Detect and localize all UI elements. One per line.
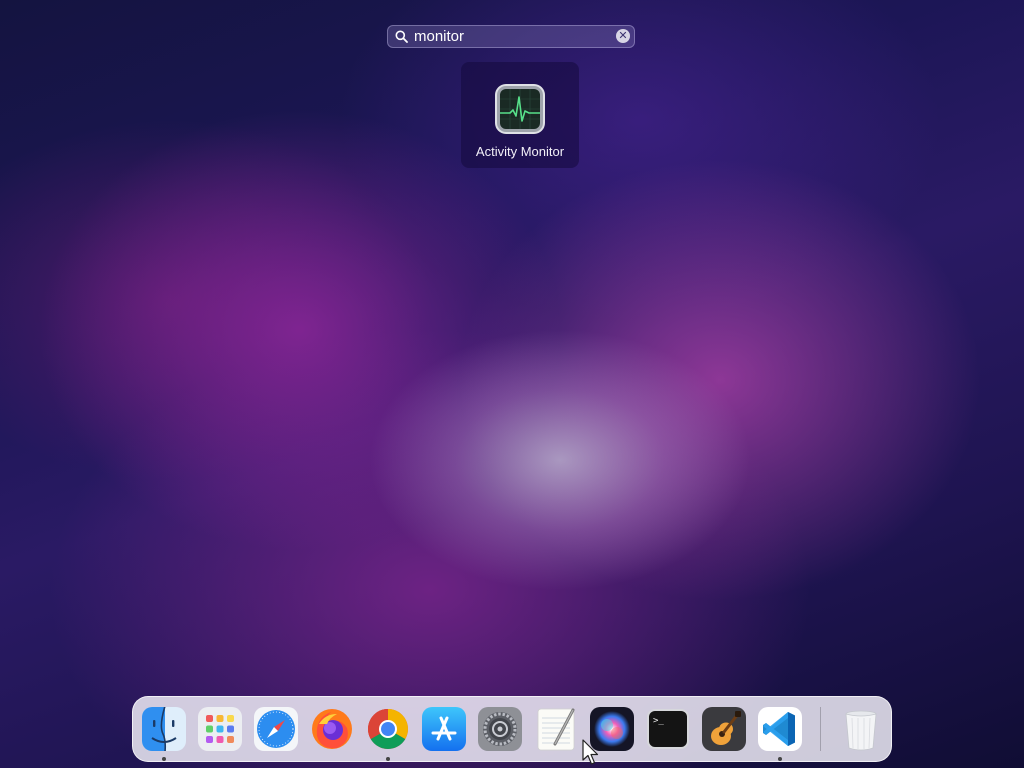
dock-item-firefox[interactable] xyxy=(309,706,355,752)
safari-icon xyxy=(254,707,298,751)
system-preferences-icon xyxy=(478,707,522,751)
vscode-icon xyxy=(758,707,802,751)
dock-item-trash[interactable] xyxy=(838,706,884,752)
launchpad-search-field[interactable]: ✕ xyxy=(387,25,635,48)
app-store-icon xyxy=(422,707,466,751)
garageband-icon xyxy=(702,707,746,751)
dock: >_ xyxy=(132,696,892,762)
search-input[interactable] xyxy=(414,27,604,46)
finder-icon xyxy=(142,707,186,751)
dock-item-vscode[interactable] xyxy=(757,706,803,752)
firefox-icon xyxy=(312,709,352,749)
activity-monitor-icon xyxy=(495,84,545,134)
search-icon xyxy=(395,30,408,43)
dock-item-chrome[interactable] xyxy=(365,706,411,752)
clear-search-icon[interactable]: ✕ xyxy=(616,29,630,43)
svg-text:>_: >_ xyxy=(653,716,664,726)
dock-item-terminal[interactable]: >_ xyxy=(645,706,691,752)
result-label: Activity Monitor xyxy=(475,144,565,159)
chrome-icon xyxy=(368,709,408,749)
dock-separator xyxy=(820,707,821,751)
textedit-icon xyxy=(537,708,575,751)
dock-item-system-preferences[interactable] xyxy=(477,706,523,752)
dock-item-finder[interactable] xyxy=(141,706,187,752)
dock-item-safari[interactable] xyxy=(253,706,299,752)
launchpad-icon xyxy=(198,707,242,751)
search-result-activity-monitor[interactable]: Activity Monitor xyxy=(461,62,579,168)
trash-icon xyxy=(845,710,877,751)
dock-item-garageband[interactable] xyxy=(701,706,747,752)
dock-item-textedit[interactable] xyxy=(533,706,579,752)
dock-item-app-store[interactable] xyxy=(421,706,467,752)
terminal-icon: >_ xyxy=(647,709,689,749)
dock-item-launchpad[interactable] xyxy=(197,706,243,752)
mouse-pointer-icon xyxy=(582,739,599,765)
